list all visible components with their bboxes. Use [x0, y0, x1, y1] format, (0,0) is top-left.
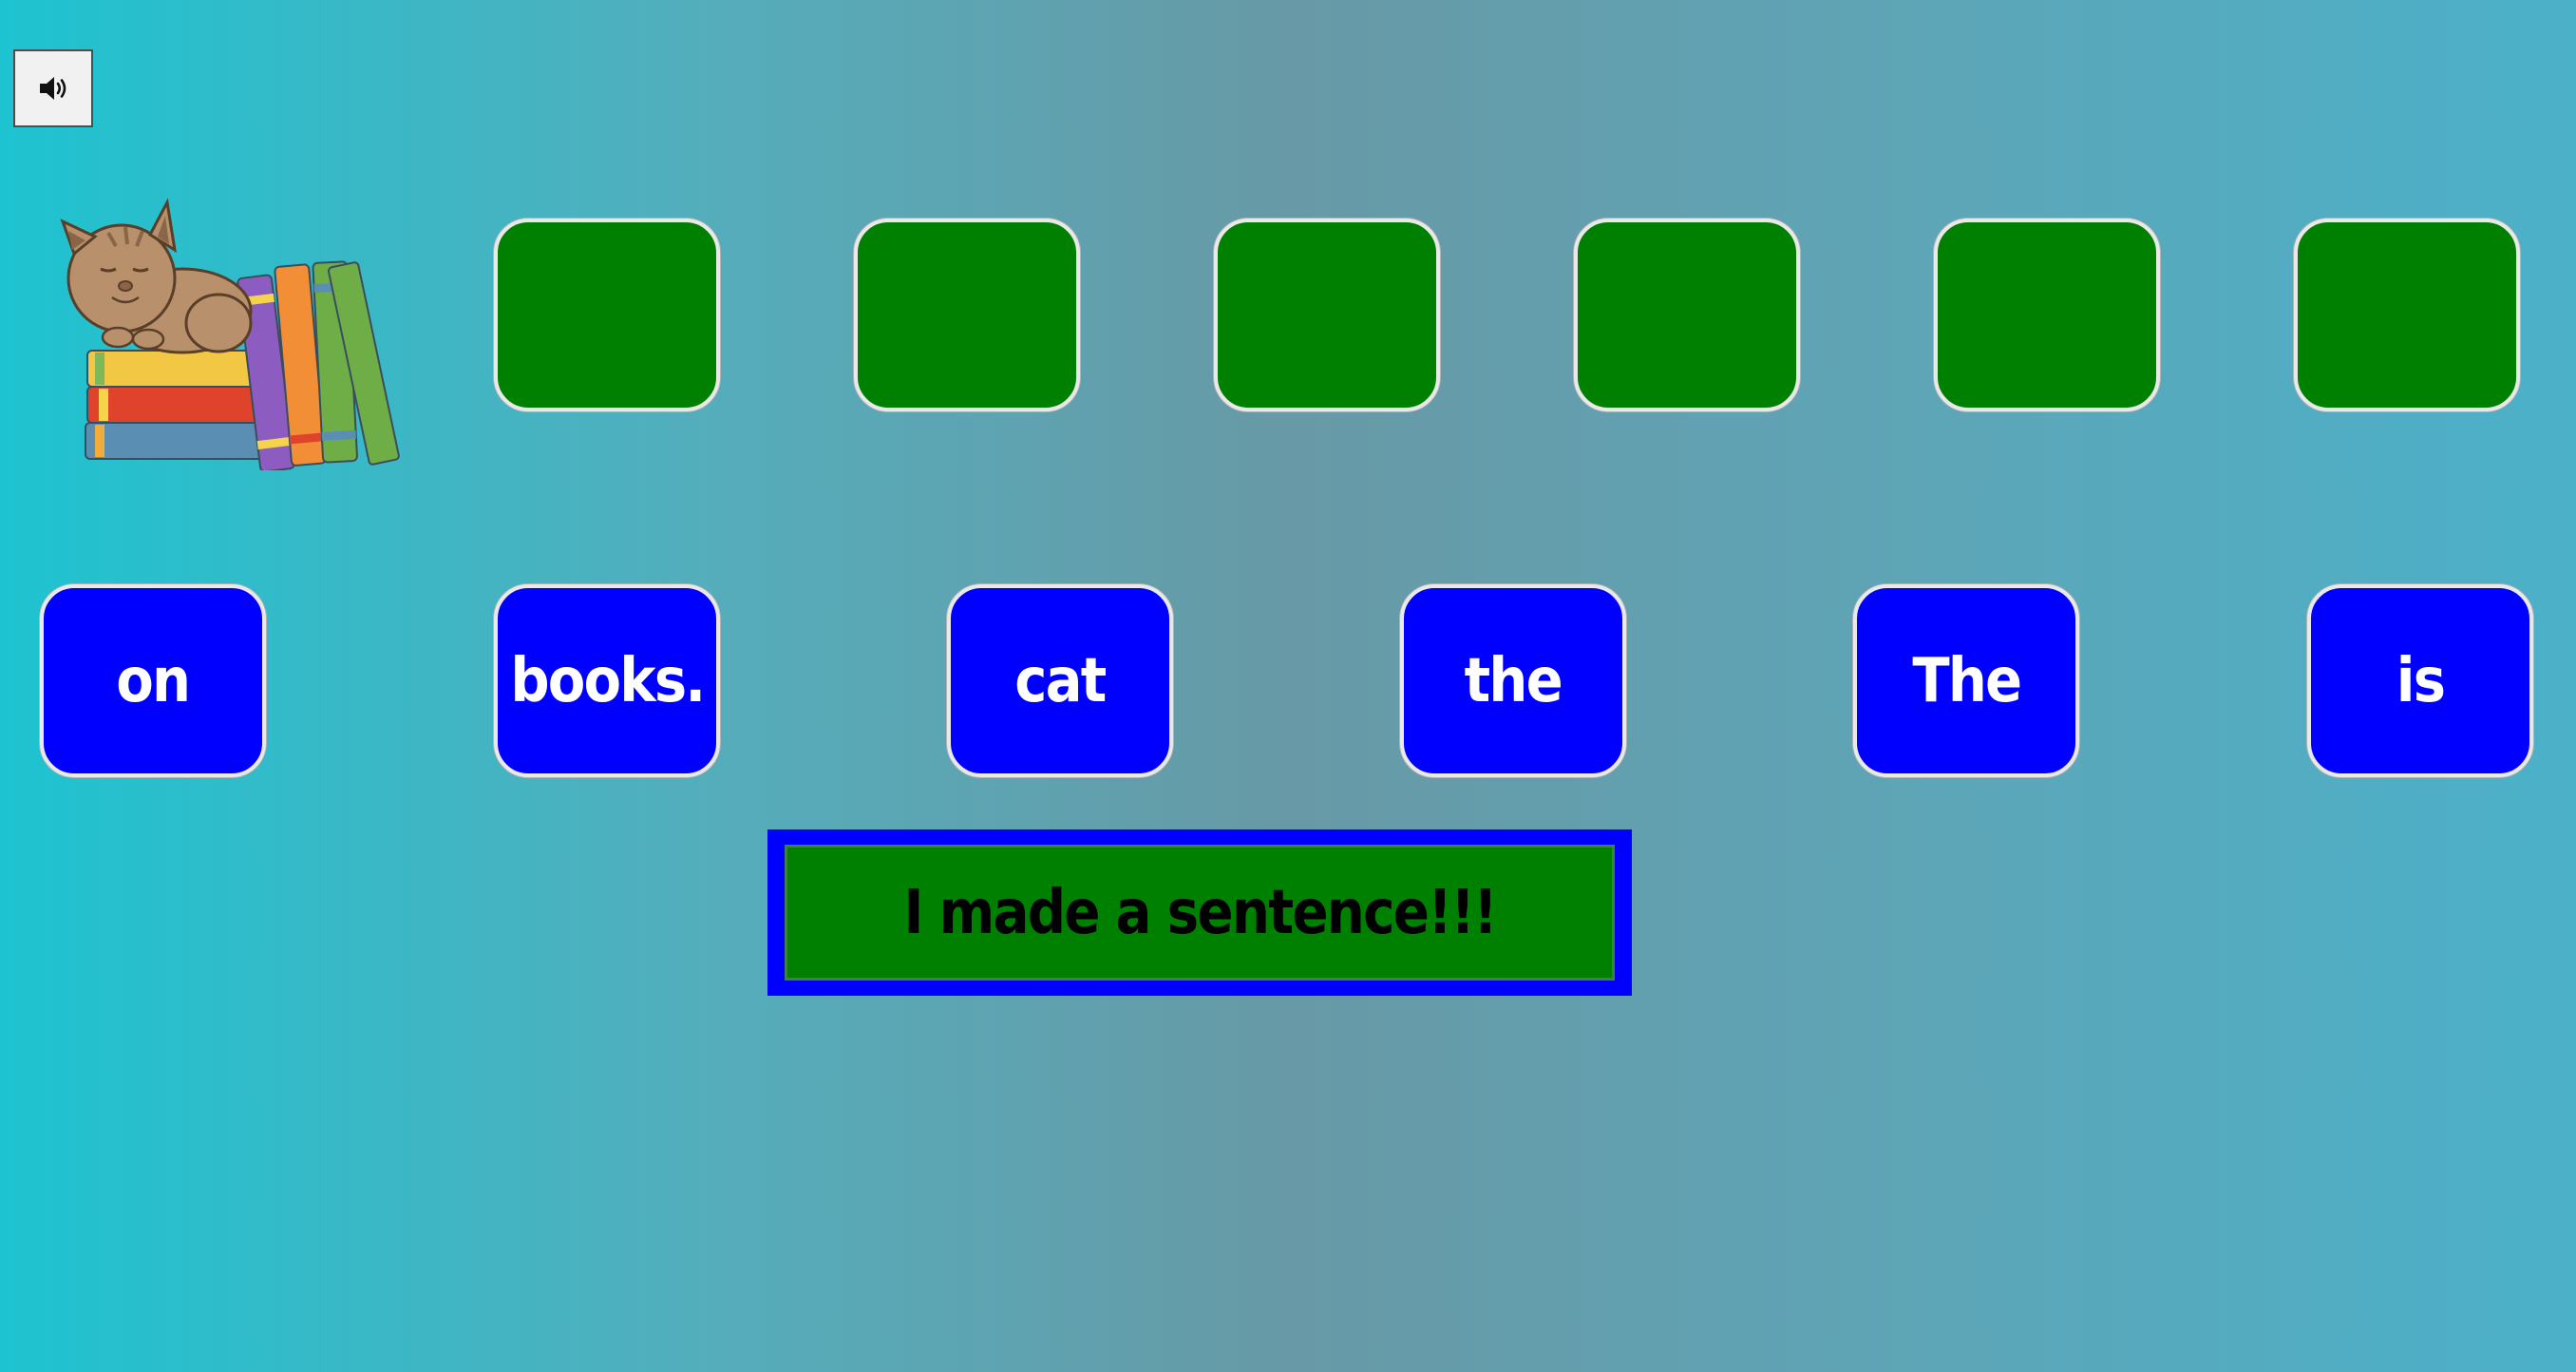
word-tile-label: books.	[509, 645, 706, 716]
word-tile-label: on	[116, 645, 192, 716]
answer-slot-4[interactable]	[1574, 219, 1800, 411]
answer-slot-5[interactable]	[1934, 219, 2160, 411]
word-tile-The[interactable]: The	[1853, 584, 2079, 777]
answer-slot-3[interactable]	[1214, 219, 1440, 411]
word-tile-the[interactable]: the	[1400, 584, 1626, 777]
success-message: I made a sentence!!!	[903, 877, 1497, 948]
word-tile-label: cat	[1014, 645, 1107, 716]
answer-slot-6[interactable]	[2294, 219, 2520, 411]
cat-on-books-illustration	[60, 198, 400, 470]
success-banner: I made a sentence!!!	[767, 829, 1632, 996]
audio-button[interactable]	[13, 49, 93, 127]
word-tile-on[interactable]: on	[40, 584, 266, 777]
word-tile-books[interactable]: books.	[494, 584, 720, 777]
word-tile-label: The	[1912, 645, 2022, 716]
answer-slot-1[interactable]	[494, 219, 720, 411]
word-tile-is[interactable]: is	[2307, 584, 2533, 777]
word-tile-label: the	[1464, 645, 1563, 716]
speaker-icon	[40, 77, 66, 100]
word-tile-cat[interactable]: cat	[947, 584, 1173, 777]
word-tile-label: is	[2396, 645, 2446, 716]
success-banner-panel: I made a sentence!!!	[785, 845, 1615, 981]
answer-slot-2[interactable]	[854, 219, 1080, 411]
